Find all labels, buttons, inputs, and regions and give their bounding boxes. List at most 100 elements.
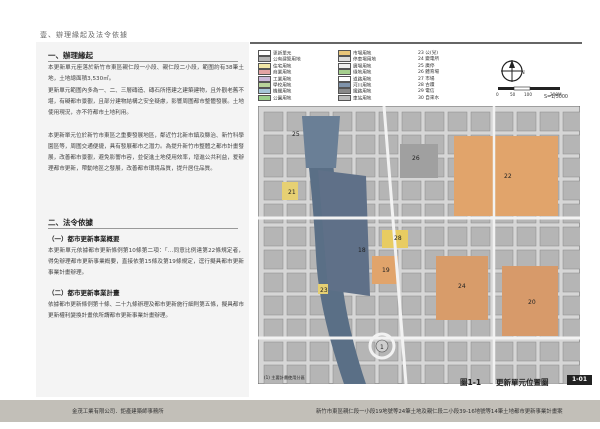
figure-title: 更新單元位置圖 — [496, 378, 549, 387]
map-block — [447, 341, 468, 362]
map-block — [539, 226, 560, 247]
legend-item: 28 古蹟 — [418, 82, 435, 88]
map-block — [493, 111, 514, 132]
legend-item: 26 體育場 — [418, 69, 439, 75]
legend-label: 車站用地 — [353, 96, 372, 102]
map-block — [401, 295, 422, 316]
map-block — [263, 111, 284, 132]
map-block — [562, 134, 580, 155]
map-block — [562, 249, 580, 270]
map-block — [539, 341, 560, 362]
legend-label: 28 古蹟 — [418, 83, 435, 88]
map-zone-label: 25 — [292, 131, 300, 138]
section-1-title: 一、辦理緣起 — [48, 51, 93, 60]
figure-number: 圖1-1 — [460, 378, 482, 387]
subsection-1-para: 本更新單元依據都市更新條例第10條第二項：「…同意比例達第22條規定者，得免辦理… — [48, 248, 244, 276]
section-1-para-3: 本更新單元位於新竹市東區之重要發展地區，鄰近竹北新市鎮及縣治、新竹科學園區等，周… — [48, 133, 244, 172]
footer-right: 新竹市東區親仁段一小段19地號等24筆土地及親仁段二小段39-16地號等14筆土… — [316, 409, 563, 415]
legend-label: 26 體育場 — [418, 70, 440, 76]
legend-label: 公園用地 — [273, 96, 292, 102]
map-zone-label: 23 — [320, 287, 328, 294]
section-1-para-1: 本更新單元座落於新竹市東區親仁段一小段、親仁段二小段，範圍約有38筆土地，土地總… — [48, 65, 244, 82]
map-block — [470, 341, 491, 362]
map-block — [309, 341, 330, 362]
map-block — [562, 295, 580, 316]
map-block — [263, 226, 284, 247]
legend-item: 25 廣停 — [418, 63, 435, 69]
legend-label: 23 公(兒) — [418, 51, 439, 56]
section-2-title: 二、法令依據 — [48, 218, 93, 227]
map-block — [263, 318, 284, 339]
map-zone-label: 24 — [458, 283, 466, 290]
footer-left: 金茂工業有限公司．鉅產建築師事務所 — [72, 409, 164, 415]
legend-label: 24 變電所 — [418, 57, 440, 63]
legend-swatch — [338, 88, 351, 95]
scale-tick: 50 — [510, 92, 516, 97]
map-block — [355, 111, 376, 132]
map-block — [447, 111, 468, 132]
map-zone-label: 1 — [380, 344, 384, 351]
legend-swatch — [258, 94, 271, 101]
north-label: N — [521, 70, 525, 76]
map-block — [286, 318, 307, 339]
legend-swatch — [338, 69, 351, 76]
map-block — [424, 341, 445, 362]
map-block — [401, 272, 422, 293]
map-block — [424, 180, 445, 201]
section-2-rule — [48, 228, 238, 229]
header-rule-right — [250, 42, 582, 44]
map-block — [424, 226, 445, 247]
map-block — [263, 157, 284, 178]
map-block — [263, 295, 284, 316]
map-block — [263, 272, 284, 293]
map-block — [355, 134, 376, 155]
map-zone-label: 28 — [394, 235, 402, 242]
page-number: 1-01 — [567, 375, 592, 385]
map-block — [424, 364, 445, 384]
map-block — [355, 318, 376, 339]
legend-label: 29 電信 — [418, 89, 435, 95]
map-block — [263, 341, 284, 362]
legend-swatch — [338, 94, 351, 101]
legend-swatch — [338, 82, 351, 88]
map-block — [562, 180, 580, 201]
map-block — [286, 203, 307, 224]
map-block — [378, 364, 399, 384]
legend-swatch — [338, 56, 351, 63]
map-block — [355, 157, 376, 178]
map-block — [401, 318, 422, 339]
map-block — [401, 203, 422, 224]
map-block — [286, 341, 307, 362]
map-zone-label: 22 — [504, 173, 512, 180]
legend-label: 27 市場 — [418, 76, 435, 82]
legend-swatch — [258, 88, 271, 95]
map-legend: 更新單元 公有建築用地 住宅用地 商業用地 工業用地 學校用地 機關用地 公園用地 市場用地 停車… — [258, 50, 580, 102]
map-block — [516, 226, 537, 247]
legend-swatch — [258, 82, 271, 88]
map-zone-label: 19 — [382, 267, 390, 274]
subsection-2-para: 依據都市更新條例第十條、二十九條辦理及都市更新施行細則第五條，擬具都市更新權利變… — [48, 302, 244, 319]
map-block — [355, 295, 376, 316]
legend-swatch — [258, 50, 271, 56]
legend-swatch — [258, 75, 271, 82]
legend-item: 23 公(兒) — [418, 50, 438, 56]
map-block — [470, 318, 491, 339]
legend-swatch — [258, 56, 271, 63]
legend-item: 27 市場 — [418, 76, 435, 82]
map-block — [516, 111, 537, 132]
map-block — [493, 226, 514, 247]
map-block — [309, 364, 330, 384]
map-block — [263, 134, 284, 155]
legend-swatch — [338, 50, 351, 56]
map-zone-label: 20 — [528, 299, 536, 306]
map-block — [493, 341, 514, 362]
legend-item: 30 自來水 — [418, 95, 439, 101]
legend-swatch — [258, 69, 271, 76]
map-block — [470, 111, 491, 132]
scale-tick: 100 — [524, 92, 532, 97]
scale-tick: 0 — [496, 92, 499, 97]
section-1-para-2: 更新單元範圍內多為一、二、三層磚造、磚石所搭建之建築建物，且外觀老舊不堪，有礙都… — [48, 88, 244, 116]
map-block — [401, 111, 422, 132]
map-block — [378, 111, 399, 132]
scale-label: S=1/5000 — [544, 95, 568, 100]
